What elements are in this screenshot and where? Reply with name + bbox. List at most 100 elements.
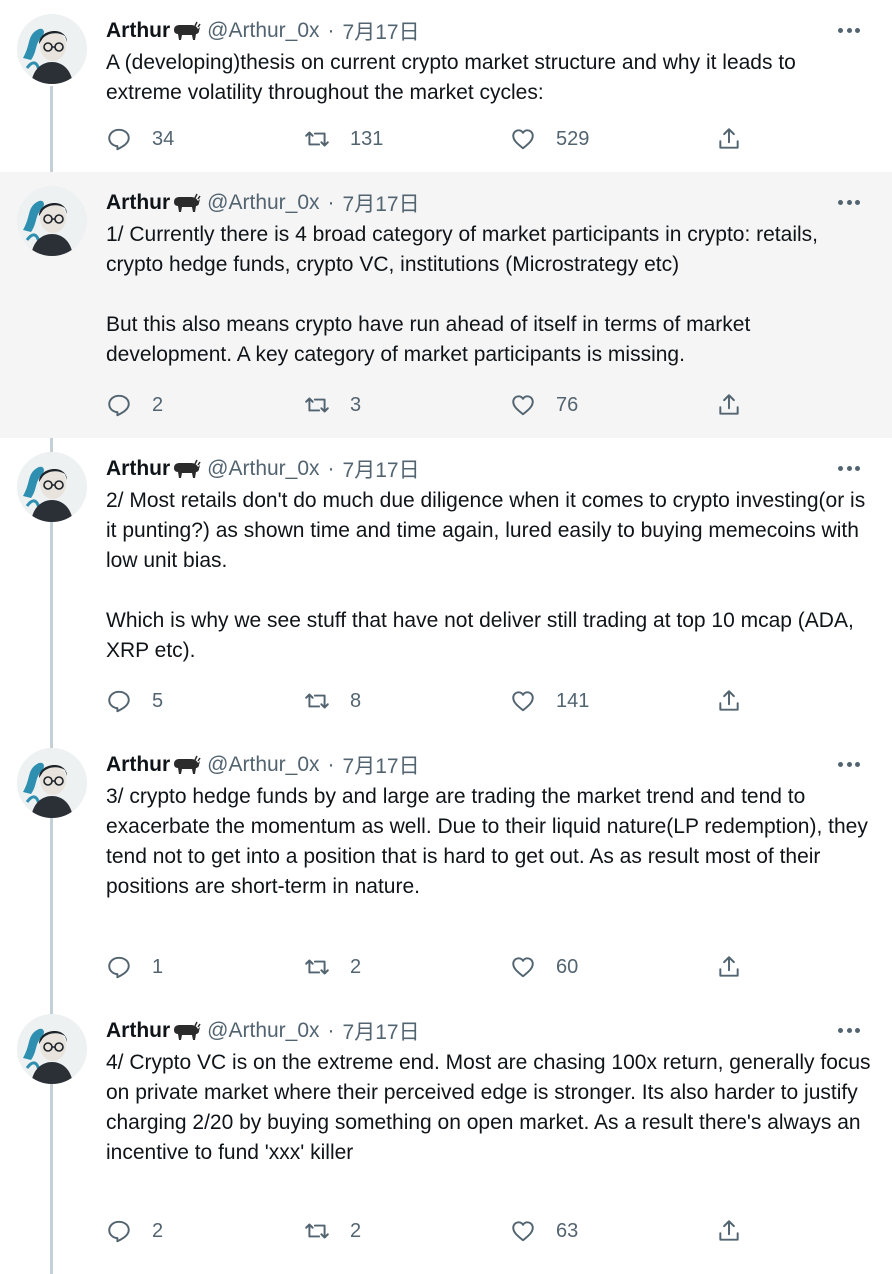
share-icon [719,128,739,149]
reply-count: 5 [152,689,164,712]
meta-separator: · [327,753,335,776]
share-icon [719,1220,739,1241]
tweet-text: 3/ crypto hedge funds by and large are t… [106,785,874,898]
retweet-count: 131 [350,127,384,150]
author-handle[interactable]: @Arthur_0x [207,753,319,777]
ox-emoji-icon [171,20,201,42]
author-name[interactable]: Arthur [106,19,170,43]
like-button[interactable]: 529 [510,124,589,154]
retweet-button[interactable]: 2 [304,1216,361,1246]
tweet-actions: 34 131 529 [106,124,756,154]
retweet-icon [305,693,329,709]
tweet-date[interactable]: 7月17日 [343,454,420,484]
tweet-actions: 2 2 63 [106,1216,756,1246]
tweet-header: Arthur @Arthur_0x · 7月17日 [106,748,420,782]
like-button[interactable]: 141 [510,686,589,716]
meta-separator: · [327,457,335,480]
ox-emoji-icon [171,192,201,214]
reply-count: 1 [152,955,164,978]
reply-icon [108,690,130,713]
retweet-button[interactable]: 2 [304,952,361,982]
heart-icon [512,129,534,150]
tweet-date[interactable]: 7月17日 [343,750,420,780]
anime-avatar-icon[interactable] [17,1014,87,1084]
more-options-icon[interactable] [838,20,860,40]
author-handle[interactable]: @Arthur_0x [207,457,319,481]
retweet-button[interactable]: 8 [304,686,361,716]
tweet-text: 4/ Crypto VC is on the extreme end. Most… [106,1051,877,1164]
reply-icon [108,956,130,979]
heart-icon [512,1221,534,1242]
author-handle[interactable]: @Arthur_0x [207,1019,319,1043]
retweet-count: 2 [350,955,362,978]
anime-avatar-icon[interactable] [17,452,87,522]
anime-avatar-icon[interactable] [17,186,87,256]
author-handle[interactable]: @Arthur_0x [207,191,319,215]
more-options-icon[interactable] [838,192,860,212]
more-options-icon[interactable] [838,458,860,478]
reply-button[interactable]: 5 [106,686,163,716]
meta-separator: · [327,1019,335,1042]
tweet[interactable]: Arthur @Arthur_0x · 7月17日 4/ Crypto VC i… [0,1000,892,1274]
tweet-header: Arthur @Arthur_0x · 7月17日 [106,186,420,220]
retweet-icon [305,959,329,975]
reply-button[interactable]: 2 [106,390,163,420]
heart-icon [512,395,534,416]
more-options-icon[interactable] [838,754,860,774]
tweet-header: Arthur @Arthur_0x · 7月17日 [106,14,420,48]
retweet-count: 2 [350,1219,362,1242]
share-button[interactable] [716,1216,742,1246]
retweet-icon [305,131,329,147]
tweet-header: Arthur @Arthur_0x · 7月17日 [106,452,420,486]
more-options-icon[interactable] [838,1020,860,1040]
reply-button[interactable]: 2 [106,1216,163,1246]
tweet-date[interactable]: 7月17日 [343,16,420,46]
reply-icon [108,1220,130,1243]
ox-emoji-icon [171,754,201,776]
reply-icon [108,128,130,151]
share-icon [719,394,739,415]
author-handle[interactable]: @Arthur_0x [207,19,319,43]
author-name[interactable]: Arthur [106,457,170,481]
retweet-button[interactable]: 3 [304,390,361,420]
tweet[interactable]: Arthur @Arthur_0x · 7月17日 1/ Currently t… [0,172,892,438]
tweet-date[interactable]: 7月17日 [343,1016,420,1046]
heart-icon [512,957,534,978]
tweet-text: A (developing)thesis on current crypto m… [106,51,802,104]
tweet[interactable]: Arthur @Arthur_0x · 7月17日 2/ Most retail… [0,438,892,734]
like-button[interactable]: 63 [510,1216,578,1246]
tweet-date[interactable]: 7月17日 [343,188,420,218]
like-count: 60 [556,955,579,978]
tweet-text: 1/ Currently there is 4 broad category o… [106,223,818,366]
retweet-icon [305,1223,329,1239]
author-name[interactable]: Arthur [106,753,170,777]
tweet[interactable]: Arthur @Arthur_0x · 7月17日 3/ crypto hedg… [0,734,892,1000]
share-button[interactable] [716,390,742,420]
retweet-icon [305,397,329,413]
like-button[interactable]: 76 [510,390,578,420]
anime-avatar-icon[interactable] [17,748,87,818]
ox-emoji-icon [171,458,201,480]
reply-count: 2 [152,1219,164,1242]
reply-count: 2 [152,393,164,416]
reply-button[interactable]: 1 [106,952,163,982]
tweet-header: Arthur @Arthur_0x · 7月17日 [106,1014,420,1048]
retweet-button[interactable]: 131 [304,124,383,154]
tweet-text: 2/ Most retails don't do much due dilige… [106,489,866,662]
author-name[interactable]: Arthur [106,1019,170,1043]
anime-avatar-icon[interactable] [17,14,87,84]
share-button[interactable] [716,686,742,716]
like-button[interactable]: 60 [510,952,578,982]
share-button[interactable] [716,952,742,982]
tweet-actions: 2 3 76 [106,390,756,420]
heart-icon [512,691,534,712]
like-count: 76 [556,393,579,416]
like-count: 63 [556,1219,579,1242]
reply-count: 34 [152,127,175,150]
author-name[interactable]: Arthur [106,191,170,215]
reply-button[interactable]: 34 [106,124,174,154]
tweet-actions: 1 2 60 [106,952,756,982]
tweet[interactable]: Arthur @Arthur_0x · 7月17日 A (developing)… [0,0,892,172]
share-button[interactable] [716,124,742,154]
retweet-count: 8 [350,689,362,712]
